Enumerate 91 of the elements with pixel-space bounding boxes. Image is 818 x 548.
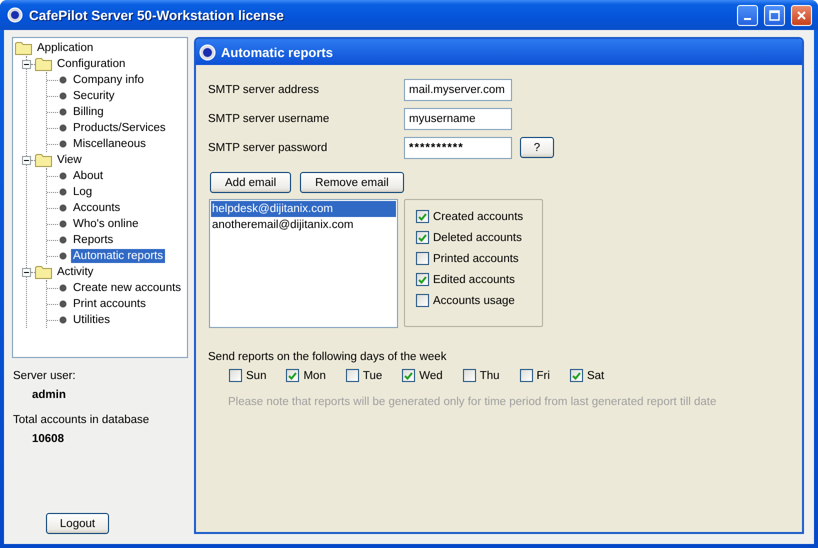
total-accounts-value: 10608 xyxy=(32,433,65,445)
bullet-icon xyxy=(59,108,67,116)
tree-item[interactable]: Products/Services xyxy=(71,121,168,135)
collapse-icon[interactable] xyxy=(22,268,31,276)
bullet-icon xyxy=(59,140,67,148)
checkbox[interactable] xyxy=(286,369,300,382)
text-field[interactable]: myusername xyxy=(404,108,512,130)
field-label: SMTP server username xyxy=(208,112,330,124)
day-label: Sat xyxy=(586,370,604,382)
server-user-value: admin xyxy=(32,389,67,401)
day-label: Wed xyxy=(419,370,443,382)
maximize-icon xyxy=(769,10,780,20)
tree-item[interactable]: Billing xyxy=(71,105,106,119)
day-label: Mon xyxy=(303,370,326,382)
checkbox[interactable] xyxy=(229,369,242,382)
tree-item[interactable]: Log xyxy=(71,185,94,199)
folder-icon xyxy=(15,41,32,55)
checkbox-label: Accounts usage xyxy=(433,294,515,306)
email-item[interactable]: helpdesk@dijitanix.com xyxy=(211,201,396,217)
field-label: SMTP server address xyxy=(208,84,320,96)
checkbox[interactable] xyxy=(570,369,583,382)
collapse-icon[interactable] xyxy=(22,60,31,68)
window-title: CafePilot Server 50-Workstation license xyxy=(29,8,285,22)
email-button[interactable]: Remove email xyxy=(300,172,404,193)
checkbox[interactable] xyxy=(416,294,429,307)
collapse-icon[interactable] xyxy=(22,156,31,164)
bullet-icon xyxy=(59,76,67,84)
bullet-icon xyxy=(59,92,67,100)
tree-item[interactable]: Company info xyxy=(71,73,146,87)
checkbox-label: Printed accounts xyxy=(433,252,519,264)
checkbox-label: Created accounts xyxy=(433,210,524,222)
password-field[interactable]: ********** xyxy=(404,136,512,158)
bullet-icon xyxy=(59,204,67,212)
bullet-icon xyxy=(59,188,67,196)
total-accounts-label: Total accounts in database xyxy=(13,414,150,426)
day-label: Thu xyxy=(480,370,500,382)
checkbox[interactable] xyxy=(416,210,429,223)
folder-icon xyxy=(35,153,52,167)
tree-item[interactable]: Security xyxy=(71,89,117,103)
bullet-icon xyxy=(59,236,67,244)
checkbox[interactable] xyxy=(462,369,476,382)
tree-item[interactable]: Utilities xyxy=(71,313,112,327)
checkbox-label: Deleted accounts xyxy=(433,232,522,244)
tree-item[interactable]: Accounts xyxy=(71,201,122,215)
checkbox[interactable] xyxy=(520,369,533,382)
minimize-icon xyxy=(744,18,751,20)
maximize-button[interactable] xyxy=(764,4,785,26)
checkbox[interactable] xyxy=(402,369,416,382)
bullet-icon xyxy=(59,252,67,260)
field-label: SMTP server password xyxy=(208,142,328,154)
text-field[interactable]: mail.myserver.com xyxy=(404,78,512,100)
day-label: Tue xyxy=(362,370,382,382)
tree-item[interactable]: About xyxy=(71,169,106,183)
panel-icon xyxy=(199,44,216,60)
bullet-icon xyxy=(59,316,67,324)
help-button[interactable]: ? xyxy=(520,137,554,158)
tree-item[interactable]: Who's online xyxy=(71,217,140,231)
tree-item[interactable]: Create new accounts xyxy=(71,281,184,295)
close-button[interactable] xyxy=(791,4,812,26)
checkbox-label: Edited accounts xyxy=(433,274,515,286)
tree-item[interactable]: Print accounts xyxy=(71,297,148,311)
bullet-icon xyxy=(59,124,67,132)
checkbox[interactable] xyxy=(416,273,429,286)
minimize-button[interactable] xyxy=(737,4,758,26)
email-button[interactable]: Add email xyxy=(210,172,292,193)
tree-item[interactable]: Miscellaneous xyxy=(71,137,148,151)
bullet-icon xyxy=(59,284,67,292)
day-label: Sun xyxy=(246,370,266,382)
email-item[interactable]: anotheremail@dijitanix.com xyxy=(211,217,396,233)
tree-item[interactable]: Application xyxy=(35,41,96,55)
tree-item[interactable]: Activity xyxy=(55,265,96,279)
tree-item[interactable]: Automatic reports xyxy=(71,249,166,263)
server-user-label: Server user: xyxy=(13,370,77,382)
panel-title: Automatic reports xyxy=(221,44,333,60)
checkbox[interactable] xyxy=(416,231,429,244)
bullet-icon xyxy=(59,300,67,308)
folder-icon xyxy=(35,57,52,71)
note-text: Please note that reports will be generated only for time period from last generated report till date xyxy=(228,396,718,408)
checkbox[interactable] xyxy=(346,369,359,382)
folder-icon xyxy=(35,265,52,279)
tree-item[interactable]: Reports xyxy=(71,233,116,247)
day-label: Fri xyxy=(536,370,550,382)
bullet-icon xyxy=(59,220,67,228)
days-label: Send reports on the following days of the week xyxy=(208,351,448,363)
checkbox[interactable] xyxy=(416,252,429,265)
logout-button[interactable]: Logout xyxy=(46,513,109,534)
close-icon xyxy=(796,10,807,20)
bullet-icon xyxy=(59,172,67,180)
tree-item[interactable]: View xyxy=(55,153,84,167)
tree-item[interactable]: Configuration xyxy=(55,57,128,71)
app-icon xyxy=(7,7,23,23)
